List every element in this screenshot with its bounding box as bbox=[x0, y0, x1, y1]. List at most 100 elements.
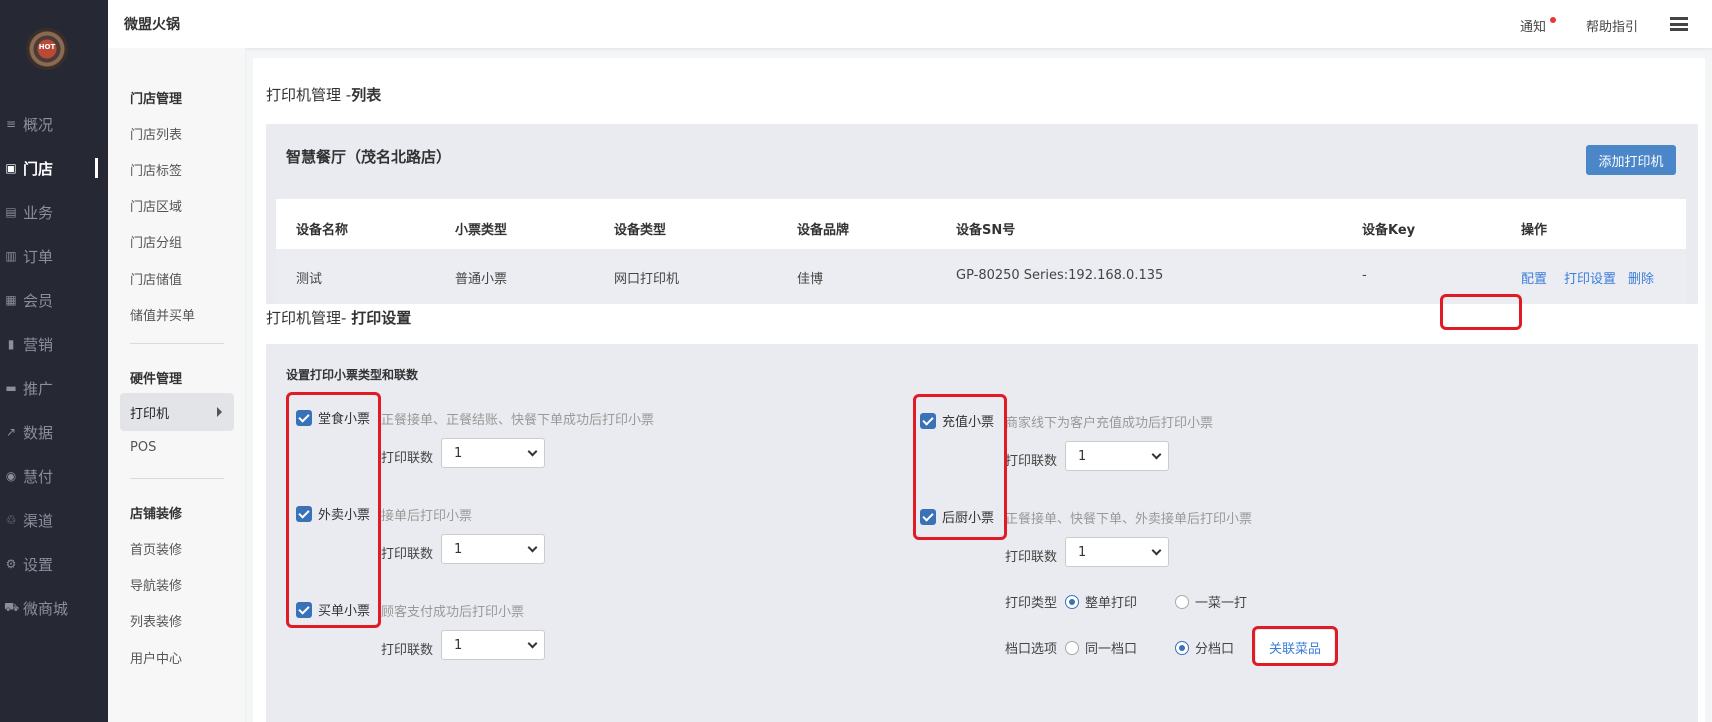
nav-item-order[interactable]: ▥ 订单 bbox=[0, 241, 108, 271]
sub-item-store-list[interactable]: 门店列表 bbox=[130, 124, 182, 143]
nav-item-cart[interactable]: ⛟ 微商城 bbox=[0, 593, 108, 623]
sub-item-nav-decor[interactable]: 导航装修 bbox=[130, 575, 182, 594]
help-link[interactable]: 帮助指引 bbox=[1586, 16, 1638, 35]
nav-item-label: 门店 bbox=[23, 159, 54, 178]
highlight-box bbox=[1252, 626, 1338, 666]
radio-label: 同一档口 bbox=[1085, 642, 1138, 657]
nav-item-store[interactable]: ▣ 门店 bbox=[0, 153, 108, 183]
configure-link[interactable]: 配置 bbox=[1521, 268, 1547, 287]
top-bar: 微盟火锅 通知 帮助指引 bbox=[108, 0, 1712, 48]
panel-title: 设置打印小票类型和联数 bbox=[286, 368, 419, 382]
settings-icon: ⚙ bbox=[5, 557, 17, 571]
sub-item-pos[interactable]: POS bbox=[130, 440, 156, 455]
nav-item-channel[interactable]: ♲ 渠道 bbox=[0, 505, 108, 535]
sub-item-printer-label: 打印机 bbox=[130, 406, 170, 422]
highlight-box bbox=[1440, 294, 1522, 330]
cell-name: 测试 bbox=[296, 272, 323, 287]
brand-logo[interactable]: HOT bbox=[26, 28, 68, 70]
col-header-brand: 设备品牌 bbox=[797, 223, 850, 238]
sub-item-store-area[interactable]: 门店区域 bbox=[130, 196, 182, 215]
nav-item-settings[interactable]: ⚙ 设置 bbox=[0, 549, 108, 579]
add-printer-button[interactable]: 添加打印机 bbox=[1586, 145, 1676, 175]
nav-item-label: 设置 bbox=[23, 555, 54, 574]
nav-item-label: 订单 bbox=[23, 247, 54, 266]
print-type-whole-radio[interactable]: 整单打印 bbox=[1065, 592, 1137, 611]
sub-item-printer[interactable]: 打印机 bbox=[120, 393, 234, 431]
copies-label: 打印联数 bbox=[381, 643, 434, 658]
nav-item-pay[interactable]: ◉ 慧付 bbox=[0, 461, 108, 491]
sub-item-store-value[interactable]: 门店储值 bbox=[130, 269, 182, 288]
chevron-right-icon bbox=[217, 407, 222, 417]
kitchen-copies-select[interactable]: 1 bbox=[1065, 537, 1169, 567]
main-content: 打印机管理 -列表 智慧餐厅（茂名北路店） 添加打印机 设备名称 小票类型 设备… bbox=[253, 58, 1705, 722]
nav-item-bar-chart[interactable]: ▮ 营销 bbox=[0, 329, 108, 359]
delete-link[interactable]: 删除 bbox=[1628, 268, 1654, 287]
hardware-management-group: 硬件管理 bbox=[130, 372, 183, 387]
notice-dot-badge bbox=[1550, 17, 1556, 23]
radio-selected-icon bbox=[1175, 640, 1189, 655]
col-header-name: 设备名称 bbox=[296, 223, 349, 238]
recharge-copies-select[interactable]: 1 bbox=[1065, 441, 1169, 471]
radio-label: 整单打印 bbox=[1085, 596, 1138, 611]
channel-icon: ♲ bbox=[5, 513, 17, 527]
highlight-box bbox=[913, 394, 1007, 540]
chevron-down-icon bbox=[1151, 449, 1162, 460]
nav-item-label: 概况 bbox=[23, 115, 54, 134]
nav-item-label: 数据 bbox=[23, 423, 54, 442]
radio-selected-icon bbox=[1065, 594, 1079, 609]
notice-link[interactable]: 通知 bbox=[1520, 16, 1546, 35]
nav-item-monitor[interactable]: ▬ 推广 bbox=[0, 373, 108, 403]
menu-icon[interactable] bbox=[1670, 17, 1688, 31]
sub-item-list-decor[interactable]: 列表装修 bbox=[130, 611, 182, 630]
sub-item-home-decor[interactable]: 首页装修 bbox=[130, 539, 182, 558]
print-type-label: 打印类型 bbox=[1005, 596, 1058, 611]
radio-unselected-icon bbox=[1175, 594, 1189, 609]
radio-label: 分档口 bbox=[1195, 642, 1235, 657]
select-value: 1 bbox=[454, 541, 463, 557]
chevron-down-icon bbox=[527, 446, 538, 457]
title-bold: 打印设置 bbox=[351, 309, 412, 327]
station-same-radio[interactable]: 同一档口 bbox=[1065, 638, 1137, 657]
cart-icon: ⛟ bbox=[4, 600, 20, 614]
store-management-group: 门店管理 bbox=[130, 92, 183, 107]
sub-item-value-pay[interactable]: 储值并买单 bbox=[130, 305, 195, 324]
order-icon: ▥ bbox=[5, 249, 17, 263]
divider bbox=[130, 478, 224, 479]
store-icon: ▣ bbox=[5, 161, 17, 175]
settings-section-title: 打印机管理- 打印设置 bbox=[266, 307, 411, 328]
sub-sidebar: 门店管理 门店列表 门店标签 门店区域 门店分组 门店储值 储值并买单 硬件管理… bbox=[108, 48, 246, 722]
print-settings-panel: 设置打印小票类型和联数 堂食小票 正餐接单、正餐结账、快餐下单成功后打印小票 打… bbox=[266, 344, 1698, 722]
nav-item-label: 微商城 bbox=[23, 599, 69, 618]
station-split-radio[interactable]: 分档口 bbox=[1175, 638, 1234, 657]
sub-item-store-tags[interactable]: 门店标签 bbox=[130, 160, 182, 179]
pay-icon: ◉ bbox=[5, 469, 17, 483]
copies-label: 打印联数 bbox=[381, 451, 434, 466]
nav-item-label: 业务 bbox=[23, 203, 54, 222]
cell-ticket-type: 普通小票 bbox=[455, 272, 508, 287]
print-settings-link[interactable]: 打印设置 bbox=[1564, 268, 1616, 287]
sub-item-user-center[interactable]: 用户中心 bbox=[130, 648, 182, 667]
nav-item-list[interactable]: ≡ 概况 bbox=[0, 109, 108, 139]
nav-item-label: 营销 bbox=[23, 335, 54, 354]
nav-item-line-chart[interactable]: ↗ 数据 bbox=[0, 417, 108, 447]
print-type-per-dish-radio[interactable]: 一菜一打 bbox=[1175, 592, 1247, 611]
sub-item-store-group[interactable]: 门店分组 bbox=[130, 232, 182, 251]
nav-item-member-card[interactable]: ▦ 会员 bbox=[0, 285, 108, 315]
nav-item-label: 推广 bbox=[23, 379, 54, 398]
monitor-icon: ▬ bbox=[5, 381, 17, 395]
col-header-device-type: 设备类型 bbox=[614, 223, 667, 238]
nav-item-briefcase[interactable]: ▤ 业务 bbox=[0, 197, 108, 227]
list-icon: ≡ bbox=[5, 117, 17, 131]
checkout-ticket-desc: 顾客支付成功后打印小票 bbox=[381, 605, 525, 620]
kitchen-ticket-desc: 正餐接单、快餐下单、外卖接单后打印小票 bbox=[1005, 512, 1253, 527]
takeout-copies-select[interactable]: 1 bbox=[441, 534, 545, 564]
copies-label: 打印联数 bbox=[1005, 550, 1058, 565]
logo-text: HOT bbox=[38, 43, 56, 51]
nav-item-label: 会员 bbox=[23, 291, 54, 310]
dine-in-copies-select[interactable]: 1 bbox=[441, 438, 545, 468]
select-value: 1 bbox=[454, 445, 463, 461]
divider bbox=[130, 343, 224, 344]
cell-device-type: 网口打印机 bbox=[614, 272, 680, 287]
col-header-key: 设备Key bbox=[1362, 223, 1416, 238]
checkout-copies-select[interactable]: 1 bbox=[441, 630, 545, 660]
